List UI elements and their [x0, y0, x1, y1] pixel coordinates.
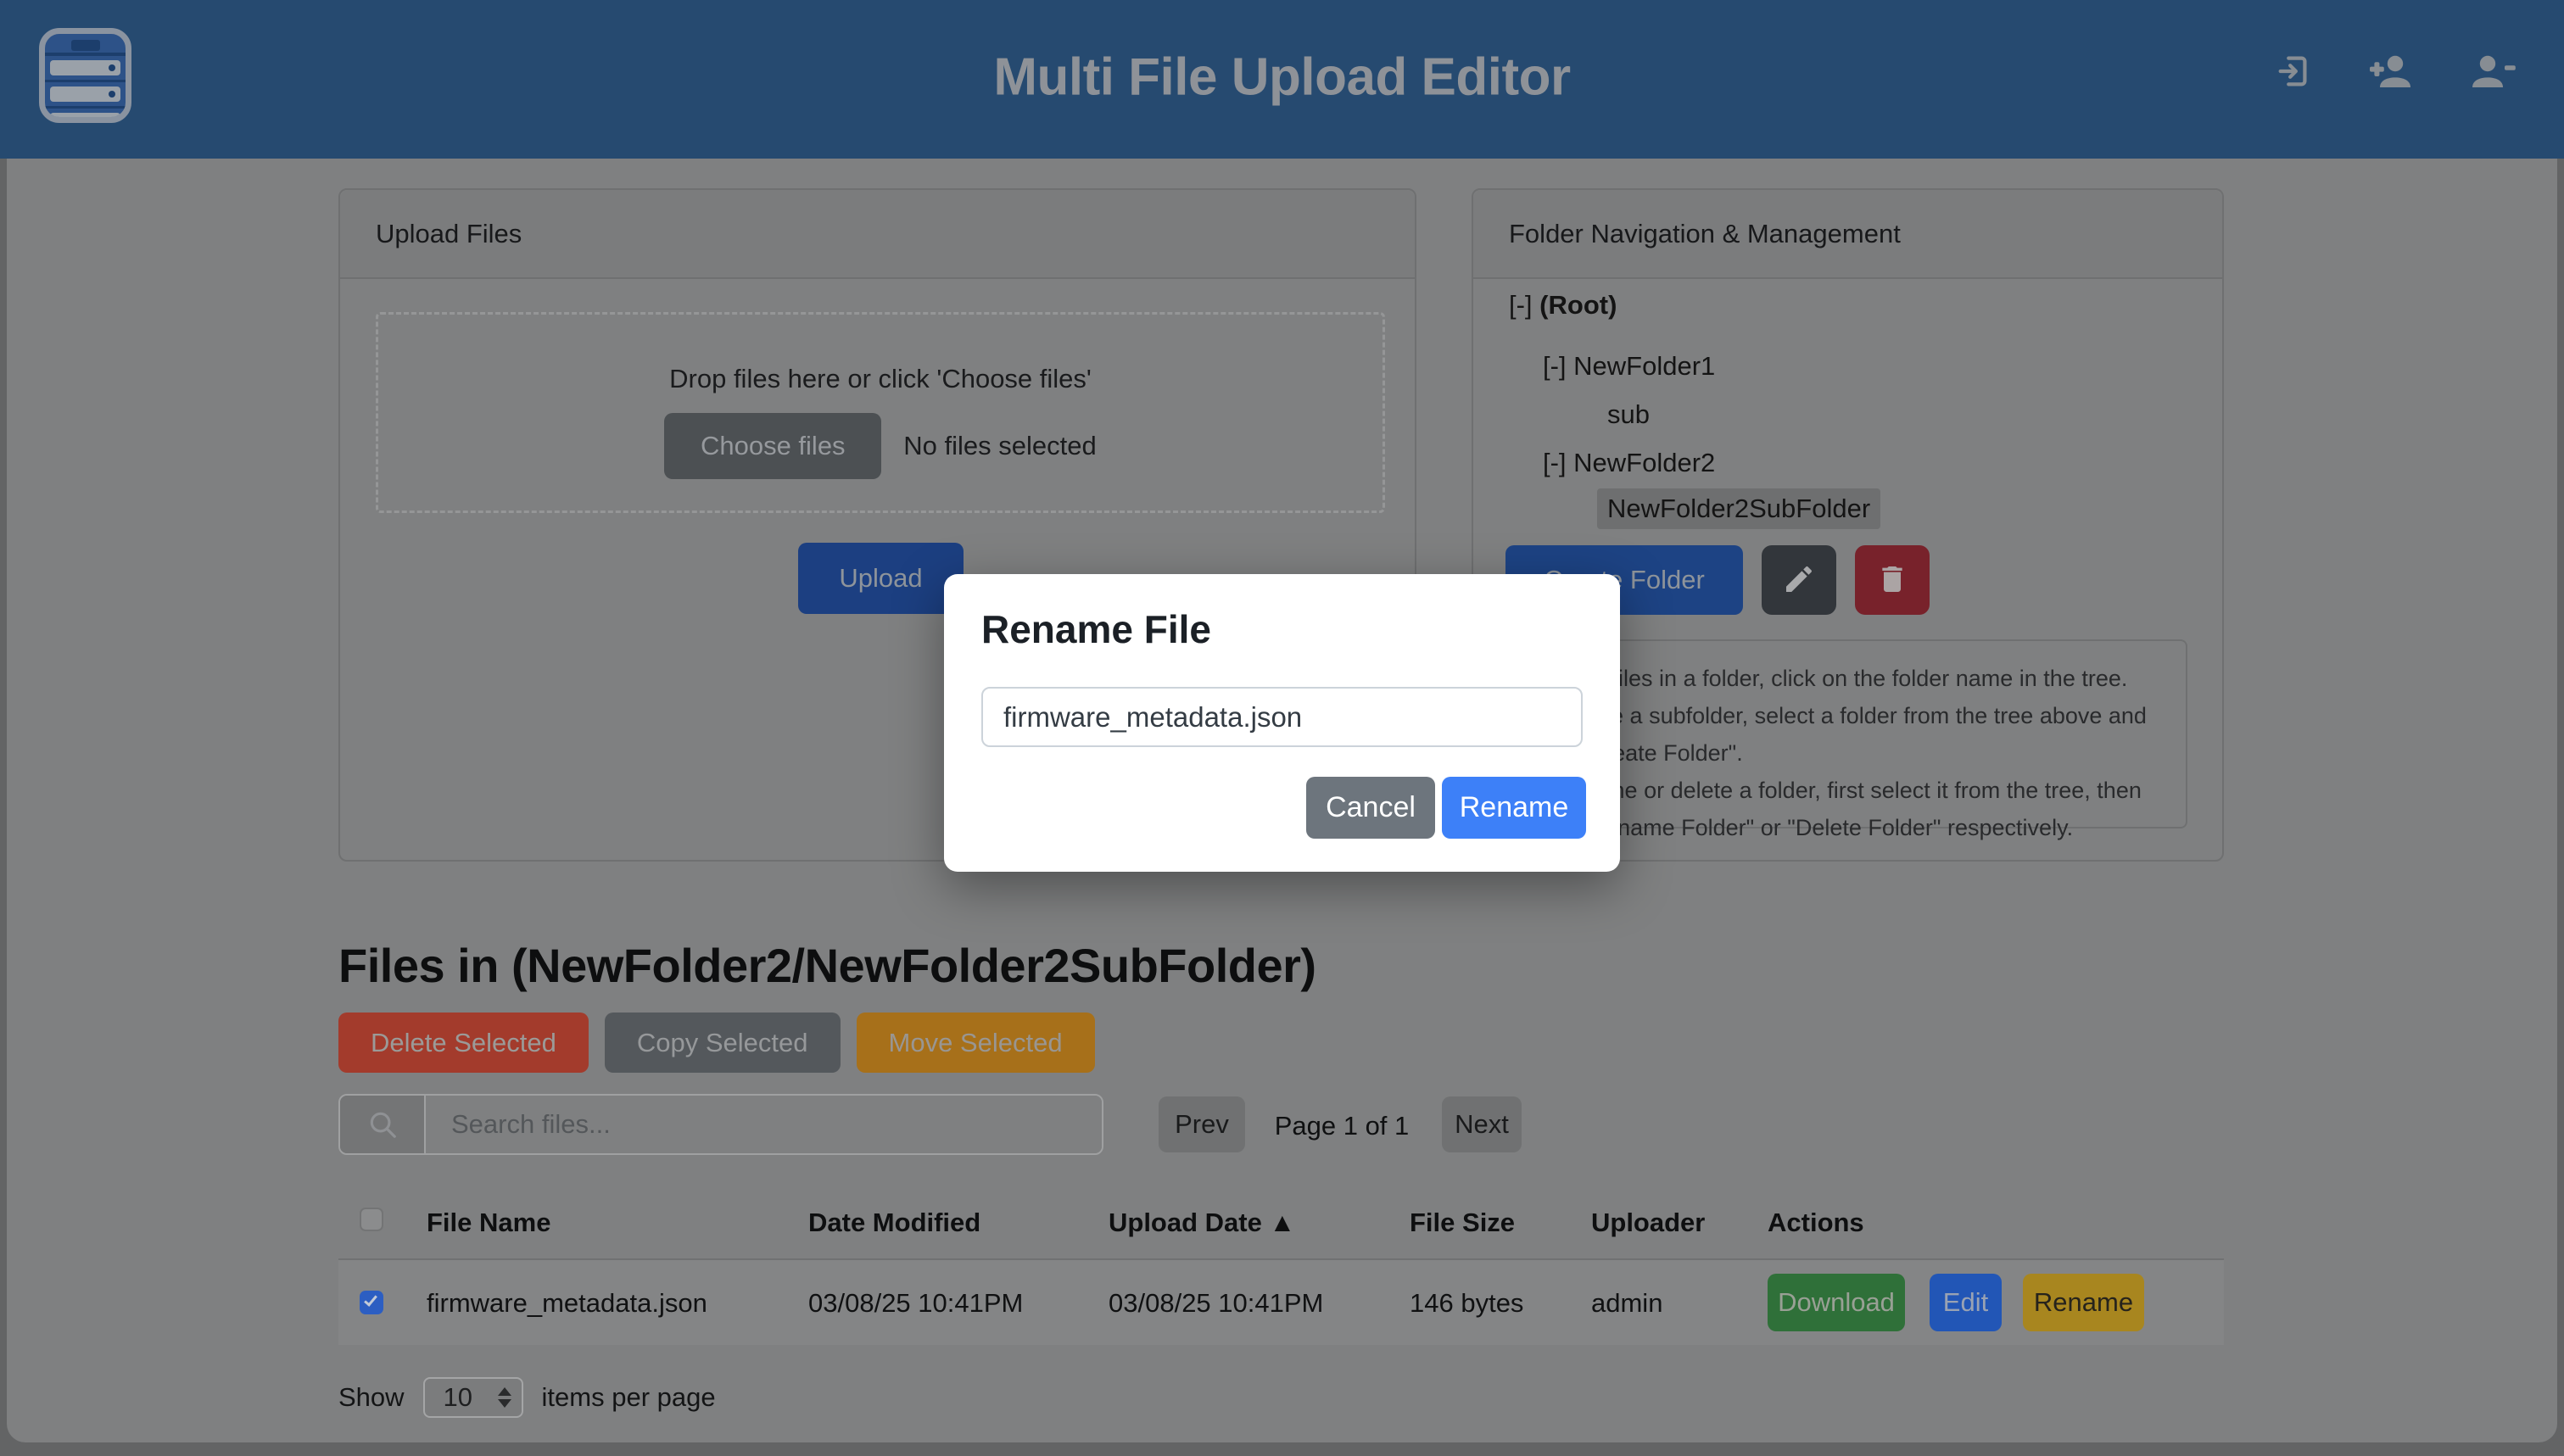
download-button[interactable]: Download	[1768, 1274, 1905, 1331]
rename-folder-button[interactable]	[1762, 545, 1836, 615]
modal-rename-button[interactable]: Rename	[1442, 777, 1586, 839]
show-label: Show	[338, 1382, 405, 1413]
trash-icon	[1875, 562, 1909, 599]
items-per-page-label: items per page	[542, 1382, 716, 1413]
column-header-date-modified[interactable]: Date Modified	[808, 1208, 980, 1238]
folder-panel-title: Folder Navigation & Management	[1473, 190, 2222, 279]
row-rename-button[interactable]: Rename	[2023, 1274, 2144, 1331]
cell-file-name: firmware_metadata.json	[427, 1288, 707, 1319]
column-header-upload-date[interactable]: Upload Date ▲	[1109, 1208, 1295, 1238]
cell-date-modified: 03/08/25 10:41PM	[808, 1288, 1023, 1319]
copy-selected-button[interactable]: Copy Selected	[605, 1013, 841, 1073]
pencil-icon	[1782, 562, 1816, 599]
move-selected-button[interactable]: Move Selected	[857, 1013, 1095, 1073]
prev-page-button[interactable]: Prev	[1159, 1096, 1245, 1152]
file-dropzone[interactable]: Drop files here or click 'Choose files' …	[376, 312, 1385, 513]
modal-cancel-button[interactable]: Cancel	[1306, 777, 1435, 839]
app-stage: Multi File Upload Editor	[0, 0, 2564, 1456]
modal-title: Rename File	[981, 606, 1211, 652]
app-title: Multi File Upload Editor	[0, 47, 2564, 107]
row-checkbox-checked[interactable]	[360, 1291, 383, 1314]
tree-item-root[interactable]: [-] (Root)	[1509, 290, 1617, 321]
next-page-button[interactable]: Next	[1442, 1096, 1522, 1152]
edit-button[interactable]: Edit	[1930, 1274, 2002, 1331]
rename-file-modal: Rename File Cancel Rename	[944, 574, 1620, 872]
app-header: Multi File Upload Editor	[0, 0, 2564, 159]
items-per-page-select[interactable]: 10	[423, 1377, 523, 1418]
page-indicator: Page 1 of 1	[1265, 1111, 1418, 1141]
column-header-actions: Actions	[1768, 1208, 1864, 1238]
tree-item-sub[interactable]: sub	[1607, 399, 1650, 430]
tree-item-newfolder2[interactable]: [-] NewFolder2	[1543, 448, 1715, 478]
dropzone-hint: Drop files here or click 'Choose files'	[378, 364, 1383, 394]
upload-panel-title: Upload Files	[340, 190, 1415, 279]
delete-selected-button[interactable]: Delete Selected	[338, 1013, 589, 1073]
search-files-group	[338, 1094, 1103, 1155]
select-stepper-icon	[498, 1387, 511, 1408]
upload-button[interactable]: Upload	[798, 543, 964, 614]
remove-user-icon[interactable]	[2469, 51, 2517, 92]
cell-upload-date: 03/08/25 10:41PM	[1109, 1288, 1323, 1319]
tree-item-newfolder1[interactable]: [-] NewFolder1	[1543, 351, 1715, 382]
column-header-file-name[interactable]: File Name	[427, 1208, 550, 1238]
add-user-icon[interactable]	[2367, 51, 2415, 92]
search-files-input[interactable]	[426, 1096, 1102, 1153]
column-header-uploader[interactable]: Uploader	[1591, 1208, 1705, 1238]
search-icon	[340, 1096, 426, 1153]
files-section-heading: Files in (NewFolder2/NewFolder2SubFolder…	[338, 938, 1316, 993]
delete-folder-button[interactable]	[1855, 545, 1930, 615]
no-files-selected-label: No files selected	[903, 431, 1096, 461]
cell-uploader: admin	[1591, 1288, 1662, 1319]
select-all-checkbox[interactable]	[360, 1208, 383, 1231]
rename-filename-input[interactable]	[981, 687, 1583, 747]
logout-icon[interactable]	[2274, 52, 2313, 91]
sort-ascending-icon: ▲	[1269, 1208, 1295, 1237]
column-header-file-size[interactable]: File Size	[1410, 1208, 1515, 1238]
cell-file-size: 146 bytes	[1410, 1288, 1523, 1319]
choose-files-button[interactable]: Choose files	[664, 413, 881, 479]
tree-item-newfolder2subfolder[interactable]: NewFolder2SubFolder	[1597, 488, 1880, 529]
